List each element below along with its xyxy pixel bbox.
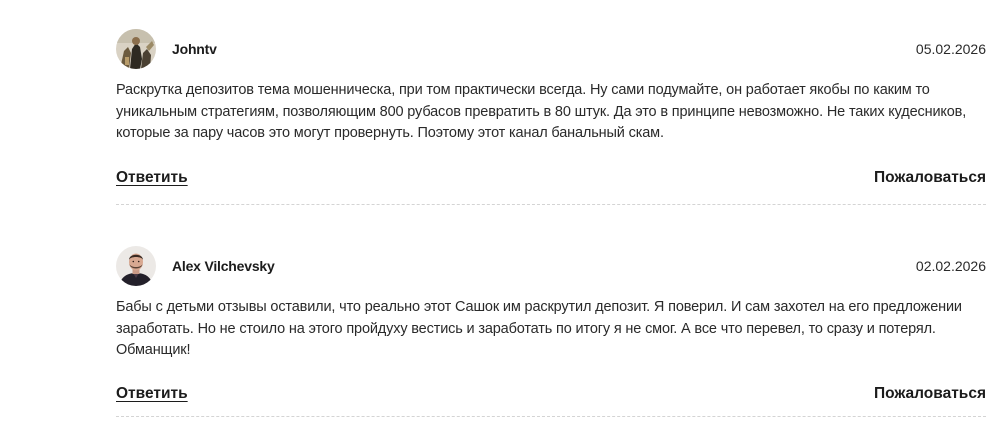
comment-actions: Ответить Пожаловаться xyxy=(116,385,986,407)
comment-text-line: заработать. Но не стоило на этого пройду… xyxy=(116,320,936,337)
comment-text-line: Раскрутка депозитов тема мошенническа, п… xyxy=(116,82,930,98)
report-link[interactable]: Пожаловаться xyxy=(874,169,986,187)
comment-header: Johntv 05.02.2026 xyxy=(116,29,986,69)
report-link[interactable]: Пожаловаться xyxy=(874,385,986,403)
comment-actions: Ответить Пожаловаться xyxy=(116,169,986,191)
comment-text: Раскрутка депозитов тема мошенническа, п… xyxy=(116,80,986,145)
comment-text-line: Бабы с детьми отзывы оставили, что реаль… xyxy=(116,299,962,315)
comment-header: Alex Vilchevsky 02.02.2026 xyxy=(116,246,986,286)
comment-text-line: уникальным стратегиям, позволяющим 800 р… xyxy=(116,103,967,120)
avatar[interactable] xyxy=(116,29,156,69)
avatar[interactable] xyxy=(116,246,156,286)
comment-date: 05.02.2026 xyxy=(915,41,986,57)
comments-list: Johntv 05.02.2026 Раскрутка депозитов те… xyxy=(116,0,986,417)
comment-author: Alex Vilchevsky xyxy=(172,258,275,274)
comment-text-line: Обманщик! xyxy=(116,342,191,358)
comment-author: Johntv xyxy=(172,41,217,57)
reply-link[interactable]: Ответить xyxy=(116,385,188,403)
user-photo-icon xyxy=(116,246,156,286)
user-photo-icon xyxy=(116,29,156,69)
comment-item: Alex Vilchevsky 02.02.2026 Бабы с детьми… xyxy=(116,211,986,417)
comment-text: Бабы с детьми отзывы оставили, что реаль… xyxy=(116,297,986,362)
comment-item: Johntv 05.02.2026 Раскрутка депозитов те… xyxy=(116,0,986,205)
comment-date: 02.02.2026 xyxy=(915,258,986,274)
comment-text-line: которые за пару часов это могут проверну… xyxy=(116,125,664,141)
reply-link[interactable]: Ответить xyxy=(116,169,188,187)
